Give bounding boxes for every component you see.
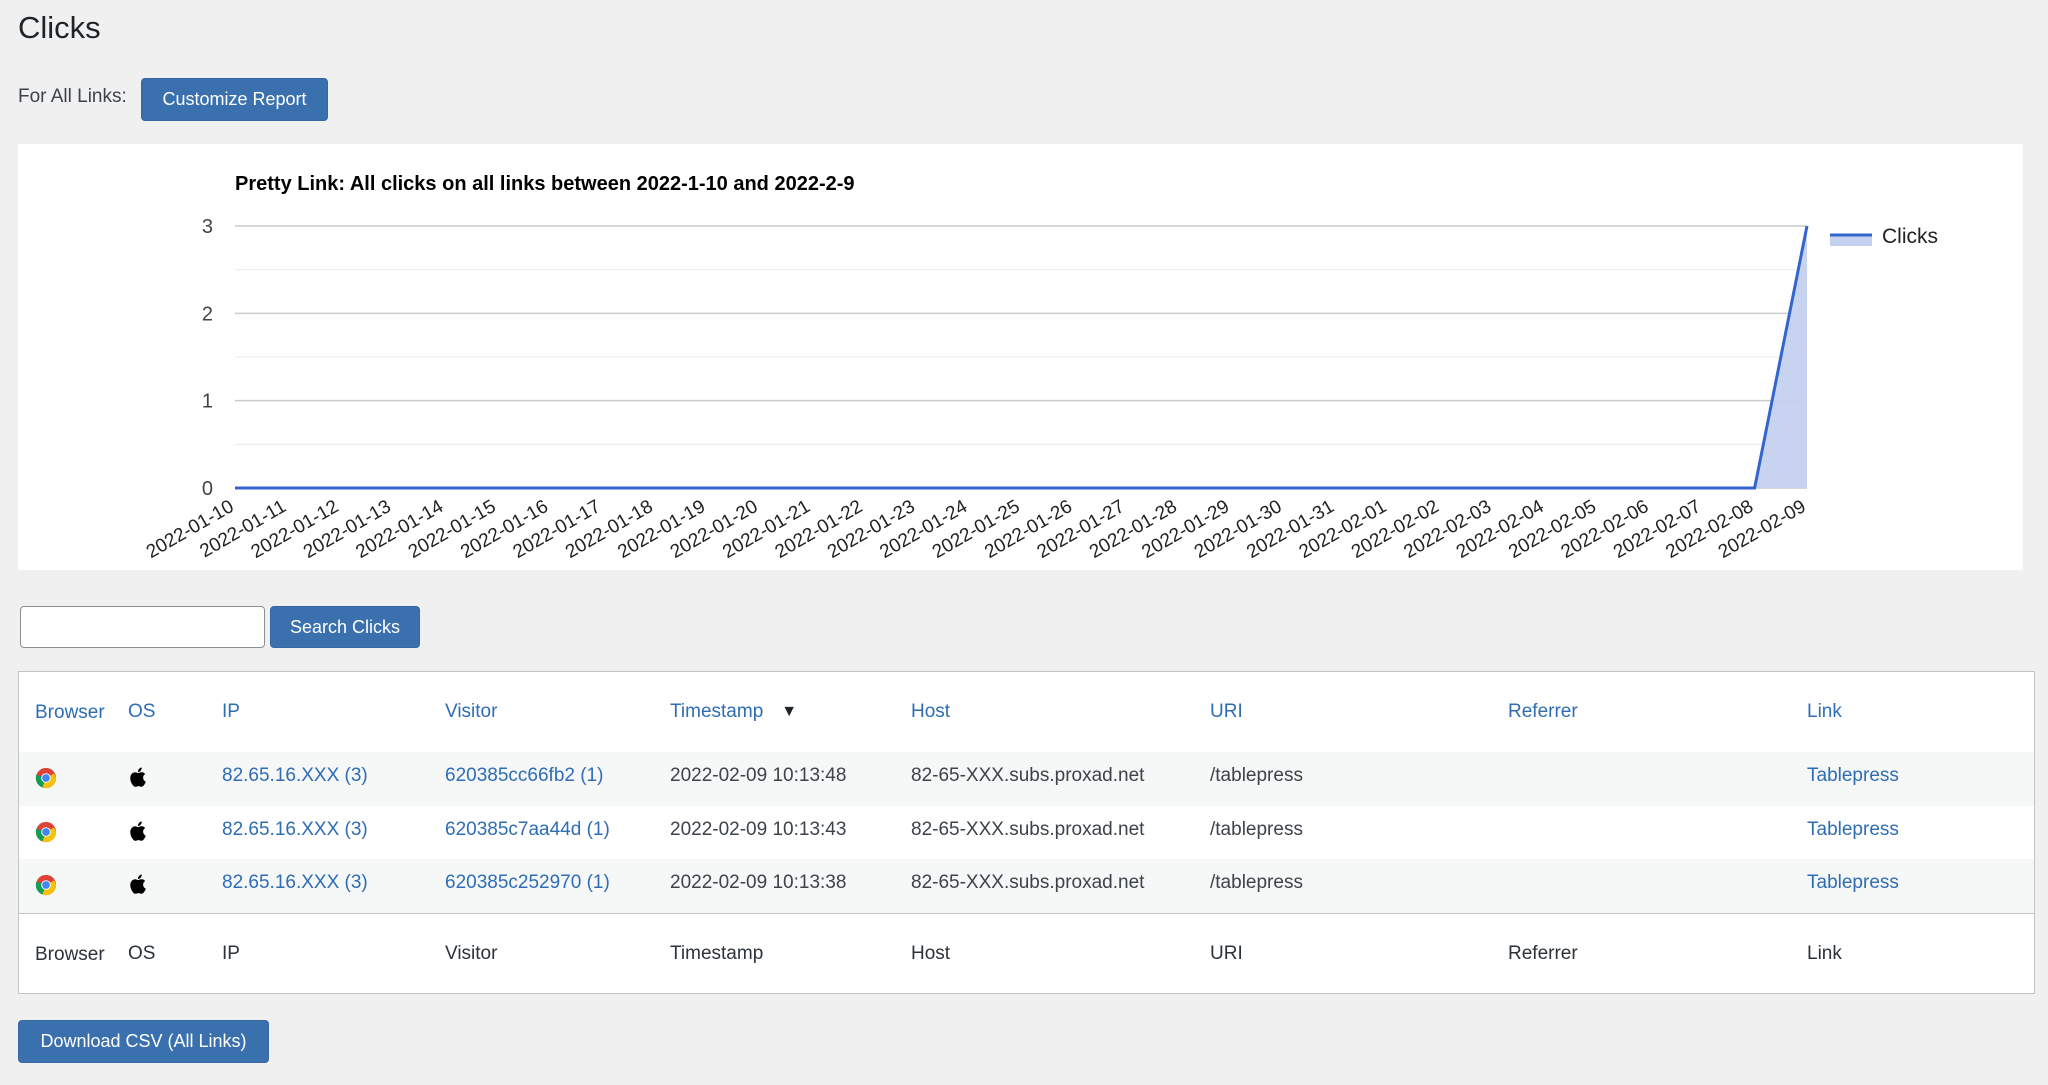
- column-header-visitor[interactable]: Visitor: [445, 672, 497, 752]
- page-title: Clicks: [18, 10, 101, 45]
- y-tick-label: 0: [202, 478, 213, 500]
- column-header-timestamp-label: Timestamp: [670, 701, 764, 722]
- table-header-row: Browser OS IP Visitor Timestamp ▼ Host U…: [19, 672, 2034, 753]
- column-header-os[interactable]: OS: [128, 672, 155, 752]
- column-header-timestamp[interactable]: Timestamp ▼: [670, 672, 797, 752]
- table-row: 82.65.16.XXX (3) 620385c252970 (1) 2022-…: [19, 859, 2034, 913]
- host-cell: 82-65-XXX.subs.proxad.net: [911, 765, 1145, 786]
- footer-browser: Browser: [35, 943, 105, 965]
- visitor-link[interactable]: 620385c7aa44d (1): [445, 806, 610, 859]
- clicks-table: Browser OS IP Visitor Timestamp ▼ Host U…: [18, 671, 2035, 994]
- browser-cell: [35, 752, 95, 806]
- timestamp-cell: 2022-02-09 10:13:43: [670, 819, 847, 840]
- pretty-link[interactable]: Tablepress: [1807, 752, 1899, 806]
- browser-cell: [35, 806, 95, 859]
- for-all-links-label: For All Links:: [18, 86, 127, 107]
- host-cell: 82-65-XXX.subs.proxad.net: [911, 872, 1145, 893]
- browser-cell: [35, 859, 95, 913]
- search-clicks-button[interactable]: Search Clicks: [270, 606, 420, 648]
- uri-cell: /tablepress: [1210, 819, 1303, 840]
- footer-ip: IP: [222, 943, 240, 964]
- column-header-referrer[interactable]: Referrer: [1508, 672, 1578, 752]
- chart-legend: Clicks: [1830, 225, 1938, 248]
- timestamp-cell: 2022-02-09 10:13:48: [670, 765, 847, 786]
- pretty-link[interactable]: Tablepress: [1807, 806, 1899, 859]
- clicks-chart-panel: Pretty Link: All clicks on all links bet…: [18, 144, 2023, 570]
- apple-icon: [130, 767, 146, 787]
- y-tick-label: 3: [202, 216, 213, 238]
- column-header-link[interactable]: Link: [1807, 672, 1842, 752]
- uri-cell: /tablepress: [1210, 872, 1303, 893]
- y-tick-label: 1: [202, 391, 213, 413]
- os-cell: [128, 806, 150, 859]
- footer-uri: URI: [1210, 943, 1243, 964]
- footer-link: Link: [1807, 943, 1842, 964]
- footer-host: Host: [911, 943, 951, 964]
- timestamp-cell: 2022-02-09 10:13:38: [670, 872, 847, 893]
- chrome-icon: [35, 821, 57, 843]
- download-csv-button[interactable]: Download CSV (All Links): [18, 1020, 269, 1063]
- os-cell: [128, 752, 150, 806]
- chrome-icon: [35, 874, 57, 896]
- sort-descending-icon: ▼: [781, 703, 798, 720]
- visitor-link[interactable]: 620385c252970 (1): [445, 859, 610, 913]
- os-cell: [128, 859, 150, 913]
- column-header-browser[interactable]: Browser: [35, 672, 105, 752]
- footer-os: OS: [128, 943, 156, 964]
- table-row: 82.65.16.XXX (3) 620385cc66fb2 (1) 2022-…: [19, 752, 2034, 806]
- column-header-ip[interactable]: IP: [222, 672, 240, 752]
- footer-timestamp: Timestamp: [670, 943, 764, 964]
- host-cell: 82-65-XXX.subs.proxad.net: [911, 819, 1145, 840]
- customize-report-button[interactable]: Customize Report: [141, 78, 328, 121]
- table-footer-row: Browser OS IP Visitor Timestamp Host URI…: [19, 913, 2034, 994]
- footer-referrer: Referrer: [1508, 943, 1578, 964]
- apple-icon: [130, 821, 146, 841]
- clicks-chart: Pretty Link: All clicks on all links bet…: [143, 173, 1938, 563]
- chart-title: Pretty Link: All clicks on all links bet…: [235, 173, 855, 195]
- column-header-host[interactable]: Host: [911, 672, 950, 752]
- chrome-icon: [35, 767, 57, 789]
- apple-icon: [130, 874, 146, 894]
- y-tick-label: 2: [202, 303, 213, 325]
- ip-link[interactable]: 82.65.16.XXX (3): [222, 859, 368, 913]
- legend-label: Clicks: [1882, 225, 1938, 248]
- table-row: 82.65.16.XXX (3) 620385c7aa44d (1) 2022-…: [19, 806, 2034, 859]
- ip-link[interactable]: 82.65.16.XXX (3): [222, 752, 368, 806]
- visitor-link[interactable]: 620385cc66fb2 (1): [445, 752, 603, 806]
- ip-link[interactable]: 82.65.16.XXX (3): [222, 806, 368, 859]
- uri-cell: /tablepress: [1210, 765, 1303, 786]
- pretty-link[interactable]: Tablepress: [1807, 859, 1899, 913]
- footer-visitor: Visitor: [445, 943, 498, 964]
- column-header-uri[interactable]: URI: [1210, 672, 1243, 752]
- search-clicks-input[interactable]: [20, 606, 265, 648]
